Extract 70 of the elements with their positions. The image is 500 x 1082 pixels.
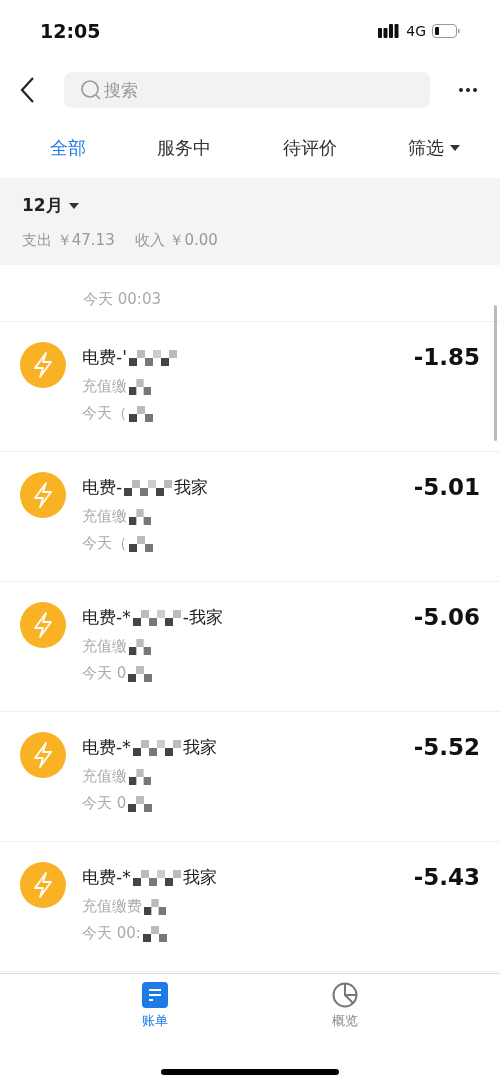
record-amount: -5.01 [413, 473, 480, 502]
pixelated-redaction [129, 405, 153, 422]
record-type: 充值缴 [82, 507, 127, 526]
record-title: 电费- [82, 476, 123, 499]
filter-tab[interactable]: 全部 [50, 132, 86, 164]
search-icon [80, 79, 102, 101]
record-type: 充值缴 [82, 377, 127, 396]
pixelated-redaction [129, 508, 151, 525]
network-type: 4G [406, 23, 426, 39]
signal-icon [378, 24, 401, 38]
record-title: 电费-' [82, 346, 127, 369]
back-icon[interactable] [18, 76, 36, 104]
filter-tab[interactable]: 筛选 [408, 132, 460, 164]
record-time: 今天 0 [82, 664, 127, 683]
record-amount: -5.06 [413, 603, 480, 632]
record-time: 今天 00:03 [83, 290, 161, 309]
record-row[interactable]: 电费-* 我家 充值缴 今天 0 -5.52 [0, 712, 500, 842]
pixelated-redaction [128, 795, 153, 812]
record-title: 电费-* [82, 736, 131, 759]
pixelated-redaction [129, 535, 153, 552]
month-picker[interactable]: 12月 [22, 194, 79, 217]
record-title: 我家 [182, 736, 217, 759]
expense-total: 支出 ￥47.13 [22, 231, 115, 250]
filter-tab[interactable]: 服务中 [157, 132, 212, 164]
record-time: 今天 0 [82, 794, 127, 813]
caret-icon [450, 145, 460, 151]
pixelated-redaction [128, 349, 177, 366]
search-field[interactable]: 搜索 [64, 72, 430, 108]
pie-chart-icon [332, 982, 358, 1008]
lightning-icon [20, 342, 66, 388]
record-row[interactable]: 电费- 我家 充值缴 今天（ -5.01 [0, 452, 500, 582]
record-title: 电费-* [82, 866, 131, 889]
list-icon [142, 982, 168, 1008]
record-row[interactable]: 电费-* -我家 充值缴 今天 0 -5.06 [0, 582, 500, 712]
battery-icon [432, 24, 460, 38]
lightning-icon [20, 602, 66, 648]
lightning-icon [20, 472, 66, 518]
nav-tab[interactable]: 概览 [332, 982, 358, 1032]
pixelated-redaction [129, 768, 151, 785]
record-time: 今天（ [82, 404, 127, 423]
record-title: 我家 [174, 476, 209, 499]
lightning-icon [20, 862, 66, 908]
record-time: 今天（ [82, 534, 127, 553]
pixelated-redaction [132, 869, 181, 886]
pixelated-redaction [129, 378, 151, 395]
income-total: 收入 ￥0.00 [134, 231, 218, 250]
pixelated-redaction [129, 638, 151, 655]
more-icon[interactable] [458, 87, 478, 93]
record-type: 充值缴 [82, 637, 127, 656]
status-time: 12:05 [40, 20, 101, 42]
record-row[interactable]: 电费-* 我家 充值缴费 今天 00: -5.43 [0, 842, 500, 972]
caret-icon [68, 202, 79, 209]
record-time: 今天 00: [82, 924, 141, 943]
lightning-icon [20, 732, 66, 778]
pixelated-redaction [128, 665, 153, 682]
record-title: 电费-* [82, 606, 131, 629]
nav-tab[interactable]: 账单 [142, 982, 168, 1032]
record-title: -我家 [182, 606, 223, 629]
record-amount: -1.85 [413, 343, 480, 372]
pixelated-redaction [144, 898, 166, 915]
record-amount: -5.43 [413, 863, 480, 892]
record-type: 充值缴 [82, 767, 127, 786]
pixelated-redaction [124, 479, 173, 496]
pixelated-redaction [132, 609, 181, 626]
record-type: 充值缴费 [82, 897, 142, 916]
record-title: 我家 [182, 866, 217, 889]
record-amount: -5.52 [413, 733, 480, 762]
filter-tab[interactable]: 待评价 [282, 132, 337, 164]
pixelated-redaction [132, 739, 181, 756]
pixelated-redaction [142, 925, 167, 942]
